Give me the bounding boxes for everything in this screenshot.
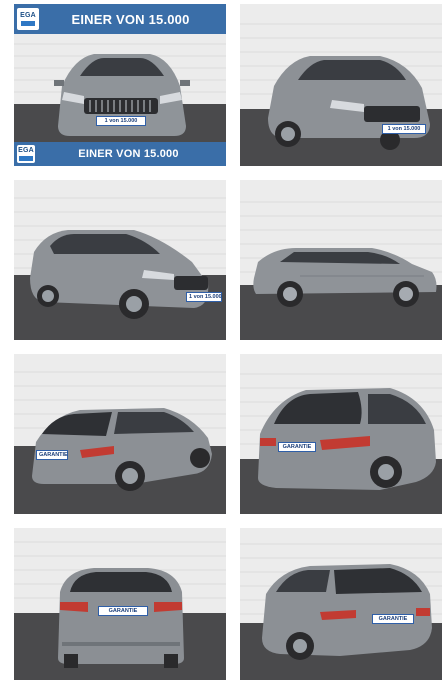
banner-title: EINER VON 15.000 (71, 11, 190, 27)
gallery-image-side[interactable] (240, 180, 442, 340)
car-photo (14, 180, 226, 340)
gallery-image-front[interactable]: EGA EINER VON 15.000 1 von 15.000 EGA EI… (14, 4, 226, 166)
gallery-image-rear[interactable]: GARANTIE (14, 528, 226, 680)
license-plate: GARANTIE (372, 614, 414, 624)
gallery-image-rear-left[interactable]: GARANTIE (14, 354, 226, 514)
car-photo (240, 528, 442, 680)
license-plate: 1 von 15.000 (382, 124, 426, 134)
license-plate: GARANTIE (278, 442, 316, 452)
image-gallery: EGA EINER VON 15.000 1 von 15.000 EGA EI… (0, 0, 442, 680)
gallery-image-rear-right-wide[interactable]: GARANTIE (240, 528, 442, 680)
gallery-image-front-left[interactable]: 1 von 15.000 (14, 180, 226, 340)
gallery-image-front-right[interactable]: 1 von 15.000 (240, 4, 442, 166)
license-plate: GARANTIE (98, 606, 148, 616)
car-photo (240, 180, 442, 340)
car-photo (240, 354, 442, 514)
license-plate: 1 von 15.000 (96, 116, 146, 126)
ega-logo: EGA (17, 8, 39, 30)
car-photo (240, 4, 442, 166)
promo-banner-top: EGA EINER VON 15.000 (14, 4, 226, 34)
ega-logo: EGA (17, 145, 35, 163)
promo-banner-bottom: EGA EINER VON 15.000 (14, 142, 226, 166)
license-plate: 1 von 15.000 (186, 292, 222, 302)
car-photo (14, 528, 226, 680)
car-photo (14, 354, 226, 514)
banner-subtitle: EINER VON 15.000 (78, 148, 179, 160)
license-plate: GARANTIE (36, 450, 68, 460)
gallery-image-rear-right[interactable]: GARANTIE (240, 354, 442, 514)
